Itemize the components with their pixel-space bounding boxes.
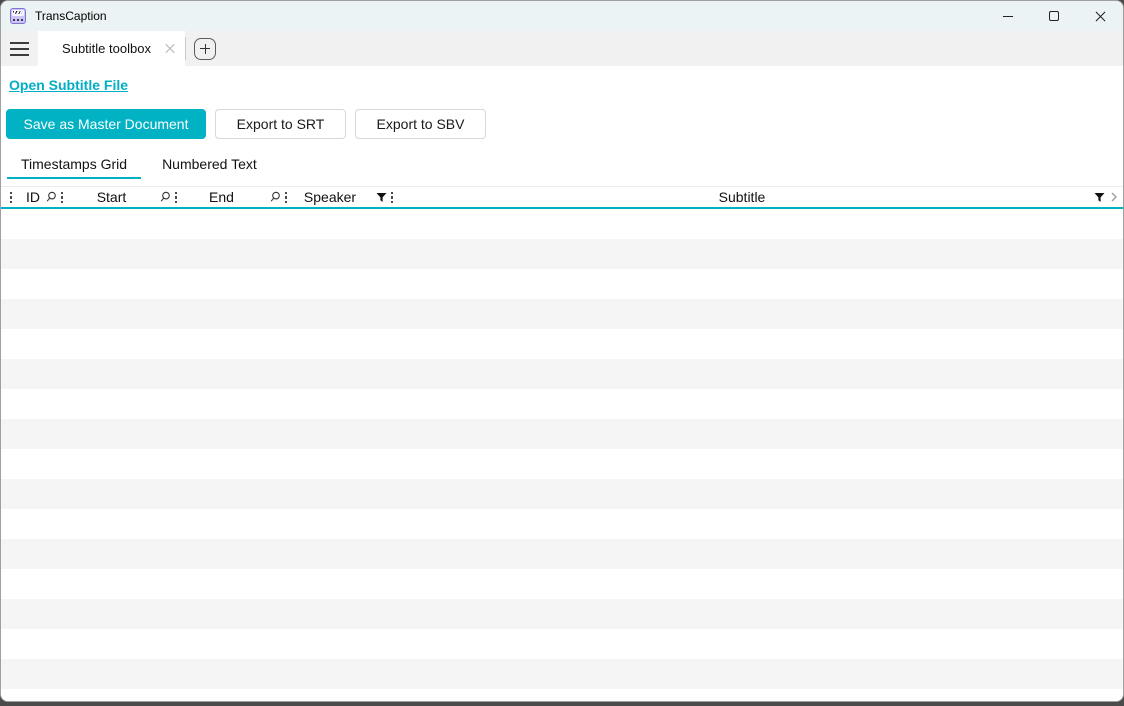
grid-row	[1, 509, 1123, 539]
grid-row	[1, 359, 1123, 389]
minimize-button[interactable]	[985, 1, 1031, 31]
new-tab-button[interactable]	[194, 38, 216, 60]
grid-row	[1, 299, 1123, 329]
hamburger-icon	[10, 42, 29, 44]
grid-header: ID Start End	[1, 186, 1123, 209]
column-label: Start	[69, 187, 154, 207]
column-label: Subtitle	[395, 187, 1089, 207]
action-button-row: Save as Master Document Export to SRT Ex…	[6, 109, 1123, 139]
export-sbv-button[interactable]: Export to SBV	[355, 109, 486, 139]
grid-row	[1, 419, 1123, 449]
subtitle-grid: ID Start End	[1, 186, 1123, 702]
grid-row	[1, 479, 1123, 509]
filter-icon[interactable]	[376, 192, 387, 203]
search-icon[interactable]	[159, 191, 171, 203]
document-tab-subtitle-toolbox[interactable]: Subtitle toolbox	[38, 31, 185, 66]
view-tabs: Timestamps Grid Numbered Text	[1, 149, 1123, 179]
column-label: ID	[19, 187, 40, 207]
tab-separator	[185, 37, 186, 60]
main-menu-button[interactable]	[1, 31, 38, 66]
grid-row	[1, 539, 1123, 569]
grid-row	[1, 569, 1123, 599]
tab-close-icon[interactable]	[165, 44, 175, 54]
column-row-handle[interactable]	[1, 187, 19, 207]
grid-body	[1, 209, 1123, 702]
column-header-speaker[interactable]: Speaker	[289, 187, 395, 207]
grid-row	[1, 209, 1123, 239]
window-controls	[985, 1, 1123, 31]
column-menu-dots-icon[interactable]	[10, 192, 12, 203]
close-button[interactable]	[1077, 1, 1123, 31]
column-label: End	[179, 187, 264, 207]
column-menu-dots-icon[interactable]	[175, 192, 177, 203]
filter-icon[interactable]	[1094, 192, 1105, 203]
window-title: TransCaption	[35, 9, 107, 23]
close-icon	[1095, 11, 1106, 22]
column-header-end[interactable]: End	[179, 187, 289, 207]
app-icon	[10, 8, 26, 24]
column-header-id[interactable]: ID	[19, 187, 69, 207]
grid-row	[1, 599, 1123, 629]
document-tabstrip: Subtitle toolbox	[1, 31, 1123, 66]
tab-numbered-text[interactable]: Numbered Text	[148, 149, 271, 179]
grid-row	[1, 329, 1123, 359]
grid-row	[1, 449, 1123, 479]
minimize-icon	[1003, 16, 1013, 17]
grid-row	[1, 239, 1123, 269]
title-bar: TransCaption	[1, 1, 1123, 31]
search-icon[interactable]	[45, 191, 57, 203]
tab-timestamps-grid[interactable]: Timestamps Grid	[7, 149, 141, 179]
open-subtitle-file-link[interactable]: Open Subtitle File	[9, 77, 128, 94]
column-menu-dots-icon[interactable]	[285, 192, 287, 203]
column-header-subtitle[interactable]: Subtitle	[395, 187, 1123, 207]
app-window: TransCaption Subtitle toolbox Open Subti…	[0, 0, 1124, 702]
maximize-button[interactable]	[1031, 1, 1077, 31]
document-tab-label: Subtitle toolbox	[54, 41, 159, 56]
grid-row	[1, 389, 1123, 419]
column-menu-dots-icon[interactable]	[391, 192, 393, 203]
maximize-icon	[1049, 11, 1059, 21]
export-srt-button[interactable]: Export to SRT	[215, 109, 346, 139]
column-menu-dots-icon[interactable]	[61, 192, 63, 203]
save-master-document-button[interactable]: Save as Master Document	[6, 109, 206, 139]
grid-row	[1, 269, 1123, 299]
search-icon[interactable]	[269, 191, 281, 203]
grid-row	[1, 629, 1123, 659]
column-header-start[interactable]: Start	[69, 187, 179, 207]
main-content: Open Subtitle File Save as Master Docume…	[1, 66, 1123, 702]
column-label: Speaker	[289, 187, 371, 207]
chevron-right-icon[interactable]	[1110, 191, 1118, 203]
grid-row	[1, 659, 1123, 689]
grid-row	[1, 689, 1123, 702]
